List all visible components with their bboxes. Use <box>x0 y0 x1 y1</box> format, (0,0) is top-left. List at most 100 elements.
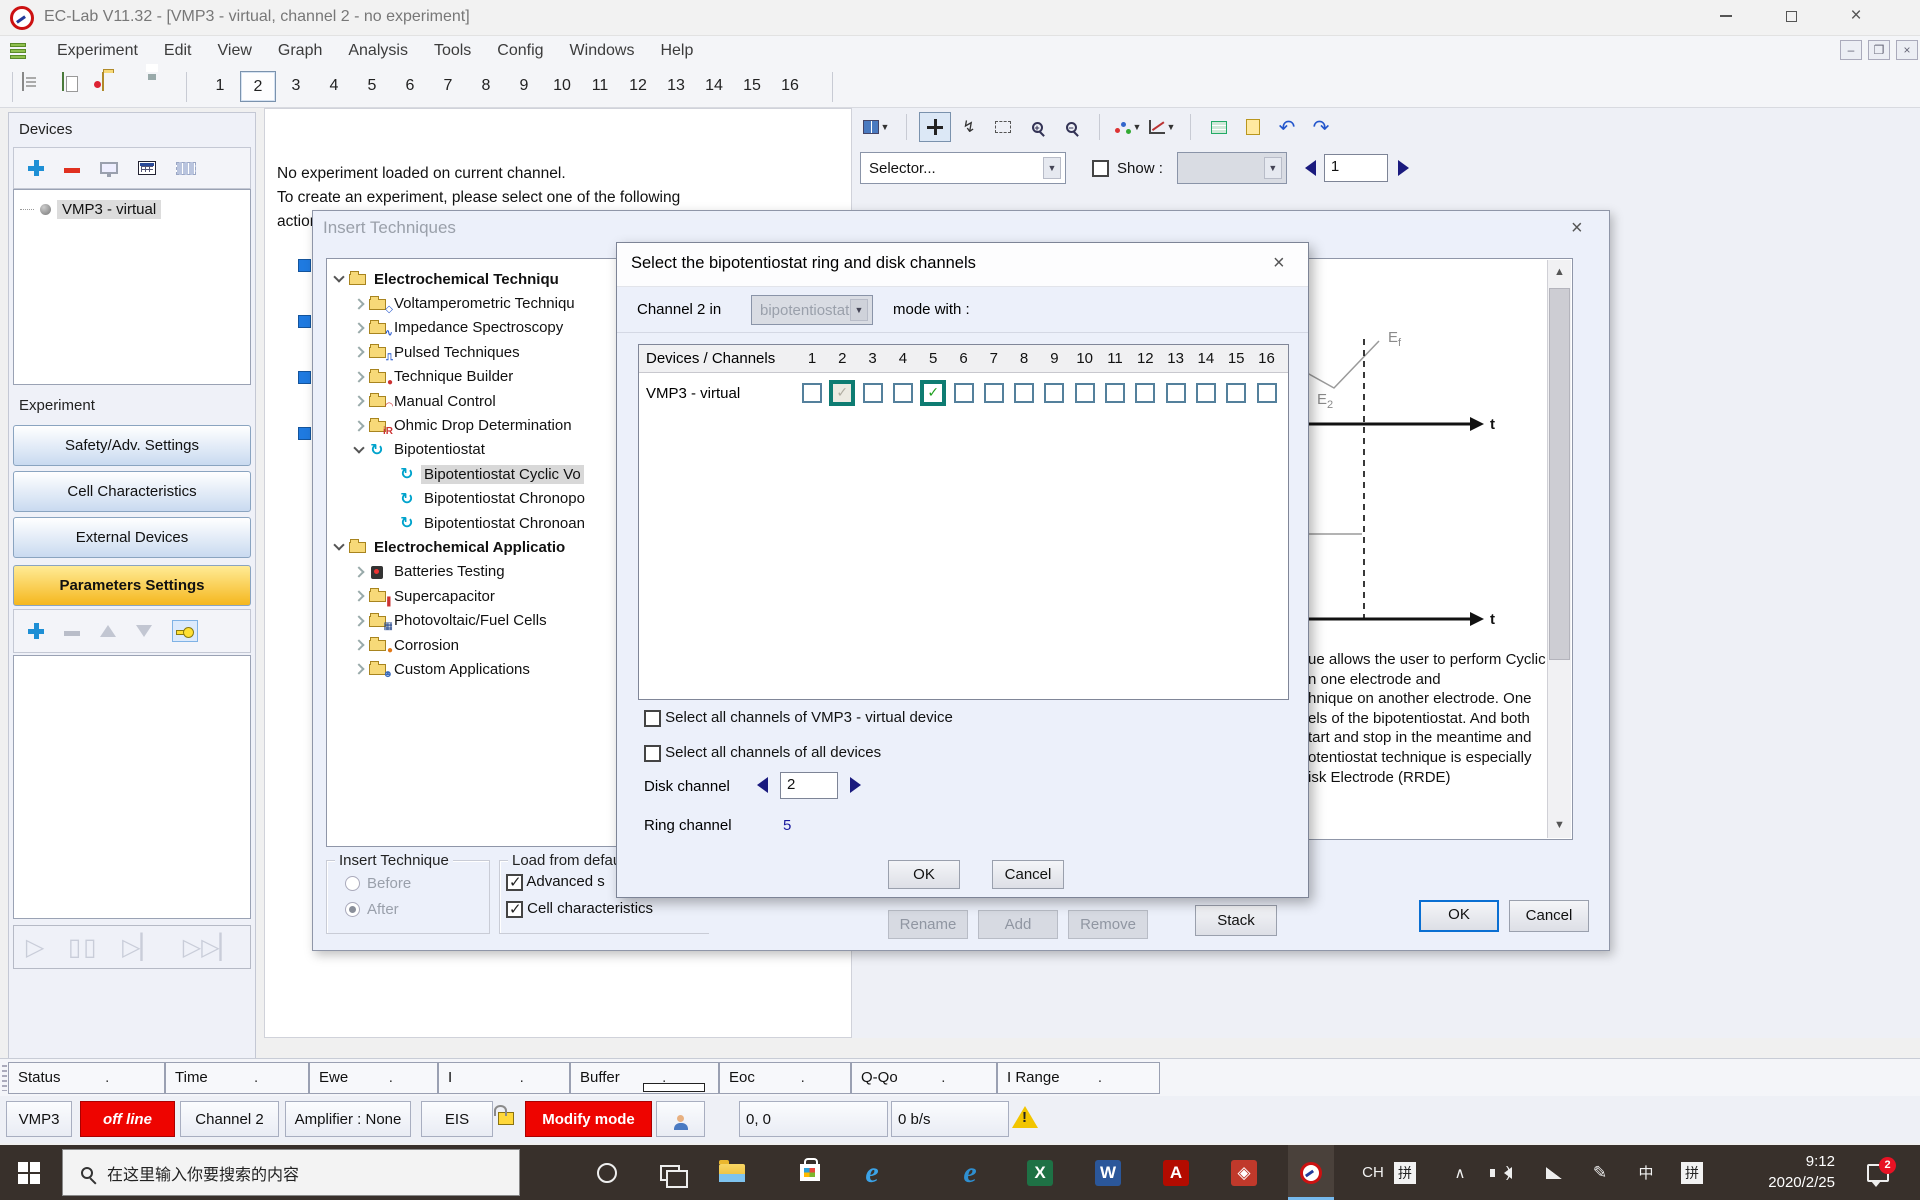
scroll-up-icon[interactable]: ▲ <box>1548 260 1571 285</box>
save-icon[interactable] <box>142 73 170 101</box>
channel-button-8[interactable]: 8 <box>468 71 504 102</box>
word-icon[interactable]: W <box>1086 1145 1130 1200</box>
eclab-taskbar-icon[interactable] <box>1288 1145 1334 1200</box>
chevron-right-icon[interactable] <box>353 347 364 358</box>
channel-checkbox-4[interactable] <box>893 383 913 403</box>
radio-after[interactable]: After <box>345 901 399 918</box>
minimize-button[interactable] <box>1700 0 1752 34</box>
mdi-restore-button[interactable]: ❐ <box>1868 40 1890 60</box>
channel-button-4[interactable]: 4 <box>316 71 352 102</box>
chevron-right-icon[interactable] <box>353 322 364 333</box>
channel-button-16[interactable]: 16 <box>772 71 808 102</box>
taskbar-search[interactable]: 在这里输入你要搜索的内容 <box>62 1149 520 1196</box>
channel-checkbox-9[interactable] <box>1044 383 1064 403</box>
chevron-right-icon[interactable] <box>353 591 364 602</box>
select-all-device-checkbox[interactable]: Select all channels of VMP3 - virtual de… <box>644 709 953 727</box>
channel-checkbox-2-disk-checked[interactable]: ✓ <box>829 380 855 406</box>
pan-tool-icon[interactable] <box>919 112 951 142</box>
pointer-tool-icon[interactable]: ↯ <box>953 112 985 142</box>
insert-dialog-close-icon[interactable]: × <box>1571 217 1583 240</box>
pause-icon[interactable]: ▯▯ <box>68 933 98 962</box>
parameters-settings-button[interactable]: Parameters Settings <box>13 565 251 606</box>
zoom-window-icon[interactable] <box>987 112 1019 142</box>
add-technique-icon[interactable] <box>28 623 44 639</box>
graph-axes-icon[interactable]: ▼ <box>1146 112 1178 142</box>
cortana-icon[interactable] <box>585 1145 629 1200</box>
channel-button-7[interactable]: 7 <box>430 71 466 102</box>
disk-channel-input[interactable]: 2 <box>780 772 838 799</box>
add-button[interactable]: Add <box>978 910 1058 939</box>
channel-checkbox-14[interactable] <box>1196 383 1216 403</box>
experiment-button-safety-adv-settings[interactable]: Safety/Adv. Settings <box>13 425 251 466</box>
chevron-right-icon[interactable] <box>353 664 364 675</box>
remove-technique-icon[interactable] <box>64 631 80 636</box>
channel-checkbox-6[interactable] <box>954 383 974 403</box>
menu-windows[interactable]: Windows <box>557 38 648 64</box>
menu-analysis[interactable]: Analysis <box>335 38 421 64</box>
channel-checkbox-1[interactable] <box>802 383 822 403</box>
ime-pinyin2-icon[interactable]: 拼 <box>1674 1145 1710 1200</box>
start-button[interactable] <box>0 1145 58 1200</box>
insert-cancel-button[interactable]: Cancel <box>1509 900 1589 932</box>
channel-checkbox-5-ring-checked[interactable]: ✓ <box>920 380 946 406</box>
channel-checkbox-8[interactable] <box>1014 383 1034 403</box>
mdi-close-button[interactable]: × <box>1896 40 1918 60</box>
ime-pinyin-icon[interactable]: 拼 <box>1390 1145 1420 1200</box>
skip-end-icon[interactable]: ▷▷▏ <box>183 933 238 962</box>
undo-icon[interactable]: ↶ <box>1271 112 1303 142</box>
channel-button-11[interactable]: 11 <box>582 71 618 102</box>
data-table-icon[interactable] <box>1203 112 1235 142</box>
add-device-icon[interactable] <box>28 160 44 176</box>
ime-mode-icon[interactable]: 中 <box>1628 1145 1664 1200</box>
menu-tools[interactable]: Tools <box>421 38 484 64</box>
channel-button-5[interactable]: 5 <box>354 71 390 102</box>
excel-icon[interactable]: X <box>1018 1145 1062 1200</box>
pen-icon[interactable]: ✎ <box>1582 1145 1618 1200</box>
tray-expand-icon[interactable]: ∧ <box>1444 1145 1476 1200</box>
edge-icon[interactable]: e <box>948 1145 992 1200</box>
store-icon[interactable] <box>788 1145 832 1200</box>
menu-view[interactable]: View <box>205 38 265 64</box>
cell-characteristics-checkbox[interactable]: Cell characteristics <box>506 900 653 918</box>
open-experiment-icon[interactable] <box>102 73 130 101</box>
description-scrollbar[interactable]: ▲ ▼ <box>1547 260 1571 838</box>
move-up-icon[interactable] <box>100 625 116 637</box>
play-icon[interactable]: ▷ <box>26 933 44 962</box>
menu-config[interactable]: Config <box>484 38 556 64</box>
next-icon[interactable]: ▷▏ <box>122 933 159 962</box>
ime-language-label[interactable]: CH <box>1358 1145 1388 1200</box>
channel-button-6[interactable]: 6 <box>392 71 428 102</box>
channel-checkbox-10[interactable] <box>1075 383 1095 403</box>
select-all-checkbox[interactable]: Select all channels of all devices <box>644 744 881 762</box>
device-tree-item[interactable]: VMP3 - virtual <box>20 200 161 219</box>
graph-layout-icon[interactable]: ▼ <box>860 112 892 142</box>
mdi-minimize-button[interactable]: – <box>1840 40 1862 60</box>
channel-button-13[interactable]: 13 <box>658 71 694 102</box>
notification-icon[interactable]: 2 <box>1856 1145 1900 1200</box>
scroll-down-icon[interactable]: ▼ <box>1548 813 1571 838</box>
channels-dialog-close-icon[interactable]: × <box>1273 252 1285 275</box>
channel-checkbox-15[interactable] <box>1226 383 1246 403</box>
channel-button-15[interactable]: 15 <box>734 71 770 102</box>
channel-checkbox-16[interactable] <box>1257 383 1277 403</box>
chevron-right-icon[interactable] <box>353 566 364 577</box>
internet-explorer-icon[interactable]: e <box>850 1145 894 1200</box>
channels-cancel-button[interactable]: Cancel <box>992 860 1064 889</box>
chevron-right-icon[interactable] <box>353 298 364 309</box>
task-view-icon[interactable] <box>648 1145 692 1200</box>
chevron-right-icon[interactable] <box>353 371 364 382</box>
channel-checkbox-3[interactable] <box>863 383 883 403</box>
channels-ok-button[interactable]: OK <box>888 860 960 889</box>
acrobat-icon[interactable]: A <box>1154 1145 1198 1200</box>
rename-button[interactable]: Rename <box>888 910 968 939</box>
graph-style-icon[interactable]: ▼ <box>1112 112 1144 142</box>
device-monitor-icon[interactable] <box>100 162 118 174</box>
channel-button-10[interactable]: 10 <box>544 71 580 102</box>
taskbar-clock[interactable]: 9:12 2020/2/25 <box>1768 1151 1835 1193</box>
zoom-in-icon[interactable]: + <box>1021 112 1053 142</box>
radio-before[interactable]: Before <box>345 875 411 892</box>
page-next-icon[interactable] <box>1398 160 1409 176</box>
channel-checkbox-7[interactable] <box>984 383 1004 403</box>
channel-checkbox-11[interactable] <box>1105 383 1125 403</box>
experiment-button-external-devices[interactable]: External Devices <box>13 517 251 558</box>
